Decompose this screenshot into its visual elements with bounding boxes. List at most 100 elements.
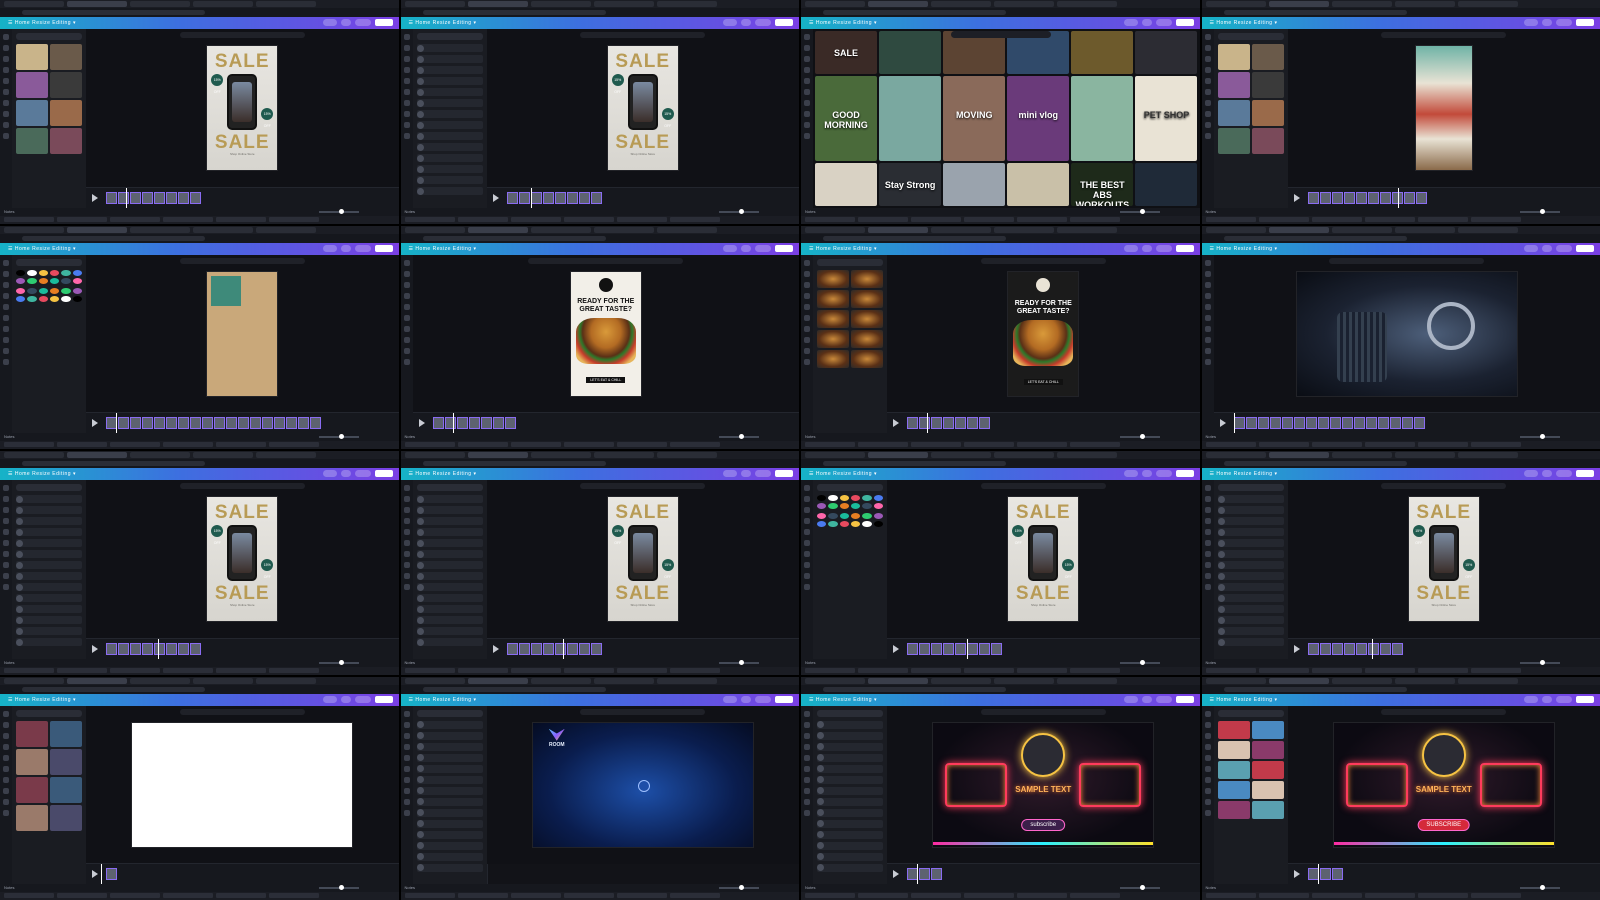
browser-tab[interactable]	[1394, 452, 1455, 458]
rail-icon[interactable]	[3, 358, 9, 365]
list-item[interactable]	[817, 775, 883, 784]
photo-thumb[interactable]	[817, 289, 849, 308]
panel-search-input[interactable]	[817, 484, 883, 491]
taskbar-item[interactable]	[1417, 893, 1468, 898]
play-button[interactable]	[893, 644, 899, 653]
notes-button[interactable]: Notes	[4, 660, 14, 665]
color-swatch[interactable]	[49, 277, 60, 284]
browser-tab[interactable]	[994, 226, 1054, 233]
rail-icon[interactable]	[403, 133, 410, 139]
timeline-clip[interactable]	[955, 642, 966, 655]
browser-tab[interactable]	[868, 677, 928, 684]
action-pill[interactable]	[1123, 470, 1138, 477]
color-swatch[interactable]	[817, 495, 827, 501]
editor-menu[interactable]: ☰ Home Resize Editing ▾	[8, 471, 76, 477]
browser-tab[interactable]	[467, 1, 528, 7]
browser-tab[interactable]	[530, 226, 591, 233]
rail-icon[interactable]	[804, 325, 810, 332]
beige-design[interactable]	[207, 271, 278, 396]
timeline-clip[interactable]	[530, 191, 542, 204]
browser-tab[interactable]	[130, 677, 190, 684]
list-item[interactable]	[1217, 605, 1284, 613]
timeline-clip[interactable]	[1331, 191, 1343, 204]
browser-tab[interactable]	[193, 226, 253, 233]
rail-icon[interactable]	[1204, 776, 1211, 783]
timeline-clip[interactable]	[1319, 191, 1331, 204]
template-tile[interactable]: THE BEST ABS WORKOUTS	[1071, 162, 1134, 206]
rail-icon[interactable]	[3, 496, 9, 502]
list-item[interactable]	[416, 583, 483, 591]
timeline-clip[interactable]	[154, 642, 165, 655]
play-button[interactable]	[1293, 193, 1300, 202]
taskbar-item[interactable]	[4, 893, 54, 898]
notes-button[interactable]: Notes	[4, 434, 14, 439]
rail-icon[interactable]	[3, 518, 9, 524]
browser-tab[interactable]	[404, 677, 465, 684]
action-pill[interactable]	[1141, 244, 1152, 252]
browser-tab[interactable]	[656, 226, 717, 233]
timeline-clip[interactable]	[1367, 191, 1379, 204]
timeline-clip[interactable]	[1379, 642, 1391, 655]
taskbar-item[interactable]	[1017, 216, 1067, 222]
browser-tab[interactable]	[1331, 1, 1392, 7]
play-button[interactable]	[418, 419, 425, 427]
timeline-clip[interactable]	[1415, 191, 1427, 204]
rail-icon[interactable]	[3, 78, 9, 84]
timeline-clip[interactable]	[178, 191, 189, 204]
taskbar-item[interactable]	[4, 442, 54, 447]
notes-button[interactable]: Notes	[1206, 209, 1216, 214]
rail-icon[interactable]	[1204, 111, 1211, 117]
color-swatch[interactable]	[27, 295, 37, 302]
thumbnail[interactable]	[50, 72, 82, 98]
browser-tab[interactable]	[193, 677, 253, 684]
action-pill[interactable]	[340, 695, 351, 703]
rail-icon[interactable]	[804, 100, 810, 106]
action-pill[interactable]	[741, 470, 751, 477]
rail-icon[interactable]	[1204, 743, 1211, 750]
browser-tab[interactable]	[1057, 1, 1117, 7]
list-item[interactable]	[1217, 495, 1284, 503]
timeline-clip[interactable]	[1353, 417, 1365, 429]
list-item[interactable]	[416, 594, 483, 602]
list-item[interactable]	[16, 638, 82, 646]
list-item[interactable]	[416, 77, 483, 85]
zoom-slider[interactable]	[1119, 885, 1160, 890]
photo-thumb[interactable]	[1217, 740, 1250, 759]
action-pill[interactable]	[1556, 244, 1572, 252]
taskbar-item[interactable]	[669, 216, 720, 222]
play-button[interactable]	[92, 870, 98, 878]
color-swatch[interactable]	[49, 295, 60, 302]
browser-tab[interactable]	[530, 452, 591, 458]
rail-icon[interactable]	[804, 551, 810, 557]
rail-icon[interactable]	[403, 358, 410, 365]
timeline-clip[interactable]	[468, 417, 480, 429]
rail-icon[interactable]	[804, 292, 810, 299]
taskbar-item[interactable]	[269, 893, 319, 898]
list-item[interactable]	[1217, 506, 1284, 514]
list-item[interactable]	[416, 154, 483, 162]
browser-tab[interactable]	[1268, 677, 1329, 684]
timeline-clip[interactable]	[554, 642, 566, 655]
share-button[interactable]	[775, 695, 793, 703]
rail-icon[interactable]	[3, 529, 9, 535]
list-item[interactable]	[16, 627, 82, 635]
address-bar[interactable]	[801, 8, 1200, 17]
rail-icon[interactable]	[1204, 89, 1211, 95]
browser-tab[interactable]	[931, 677, 991, 684]
list-item[interactable]	[16, 495, 82, 503]
sale-design[interactable]: SALE SALE Shop Online Store 15% OFF 15% OFF	[1008, 497, 1079, 622]
list-item[interactable]	[416, 753, 483, 762]
panel-search-input[interactable]	[1217, 709, 1284, 717]
taskbar-item[interactable]	[4, 216, 54, 222]
address-bar[interactable]	[1201, 684, 1600, 694]
color-swatch[interactable]	[16, 277, 26, 284]
photo-thumb[interactable]	[1251, 760, 1284, 779]
timeline-clip[interactable]	[1379, 191, 1391, 204]
template-tile[interactable]	[1071, 31, 1134, 74]
list-item[interactable]	[16, 517, 82, 525]
list-item[interactable]	[416, 528, 483, 536]
action-pill[interactable]	[755, 244, 771, 252]
rail-icon[interactable]	[1204, 281, 1211, 288]
rail-icon[interactable]	[1204, 259, 1211, 266]
list-item[interactable]	[1217, 594, 1284, 602]
